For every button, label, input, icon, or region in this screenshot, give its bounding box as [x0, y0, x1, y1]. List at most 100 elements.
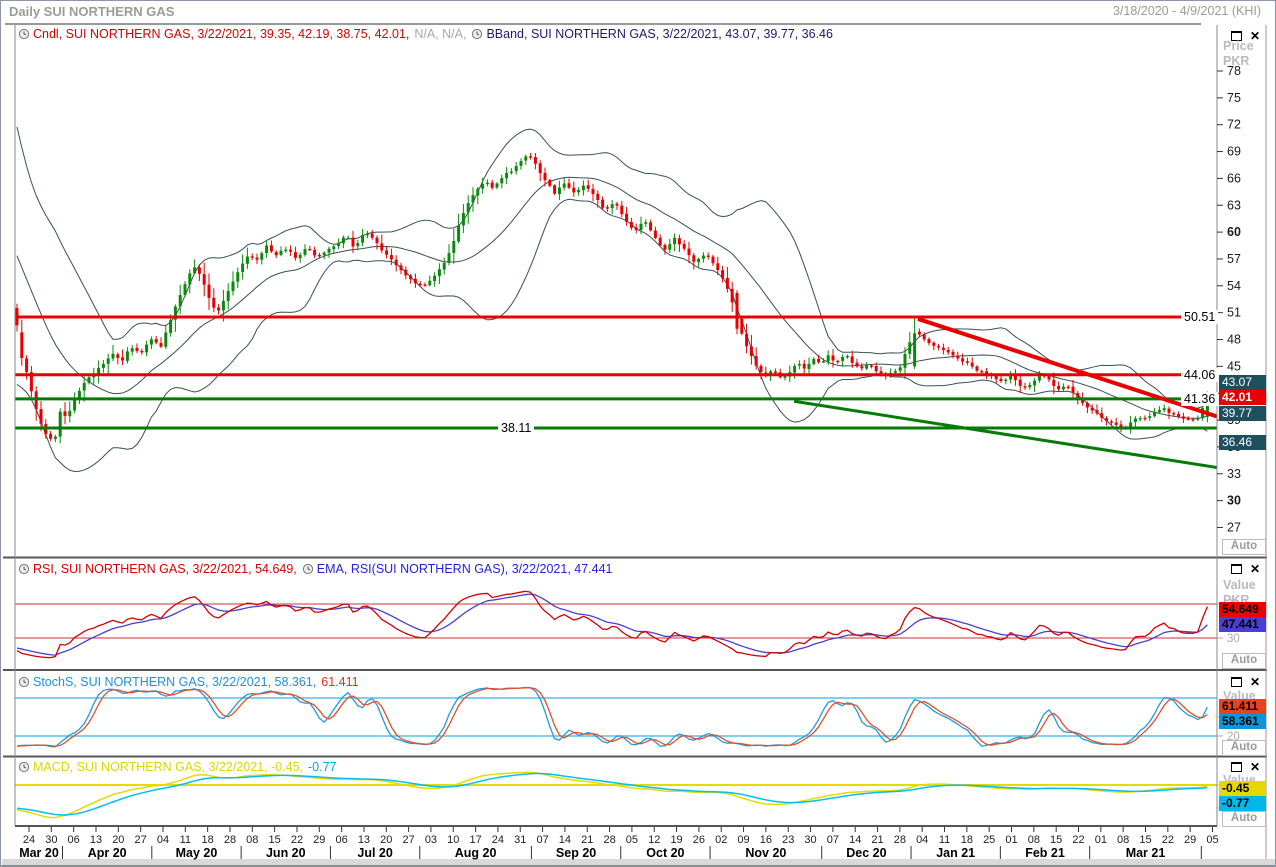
x-axis-day-label: 30 — [804, 834, 816, 846]
price-auto-scale-button[interactable]: Auto — [1222, 539, 1266, 555]
x-axis-month-label: Aug 20 — [455, 846, 497, 860]
x-axis-day-label: 07 — [827, 834, 839, 846]
x-axis-day-label: 30 — [45, 834, 57, 846]
legend-rsi-ema[interactable]: EMA, RSI(SUI NORTHERN GAS), 3/22/2021, 4… — [317, 562, 613, 576]
x-axis-month-label: Mar 20 — [19, 846, 59, 860]
legend-macd-signal: -0.77 — [308, 760, 337, 774]
x-axis-day-label: 15 — [269, 834, 281, 846]
x-axis-day-label: 28 — [894, 834, 906, 846]
svg-text:30: 30 — [1227, 494, 1241, 508]
x-axis-month-label: Nov 20 — [745, 846, 786, 860]
chart-window: 7875726966636057545148454239363330277030… — [0, 0, 1276, 867]
x-axis-day-label: 28 — [224, 834, 236, 846]
macd-auto-scale-button[interactable]: Auto — [1222, 811, 1266, 827]
level-label-44-06[interactable]: 44.06 — [1181, 368, 1219, 382]
x-axis-day-label: 29 — [313, 834, 325, 846]
x-axis-day-label: 31 — [514, 834, 526, 846]
x-axis-day-label: 04 — [916, 834, 928, 846]
x-axis-day-label: 11 — [180, 834, 191, 846]
maximize-icon[interactable] — [1231, 762, 1242, 772]
macd-panel-buttons: ✕ — [1231, 761, 1265, 773]
x-axis-month-label: May 20 — [176, 846, 218, 860]
level-label-38-11[interactable]: 38.11 — [498, 421, 535, 435]
x-axis-day-label: 05 — [1206, 834, 1218, 846]
bband-mid-value-box: 39.77 — [1219, 406, 1266, 421]
x-axis-day-label: 04 — [157, 834, 169, 846]
x-axis-month-label: Sep 20 — [556, 846, 596, 860]
level-label-50-51[interactable]: 50.51 — [1181, 310, 1219, 324]
x-axis-day-label: 01 — [1095, 834, 1107, 846]
legend-stoch-d: 61.411 — [321, 675, 359, 689]
svg-text:75: 75 — [1227, 91, 1241, 105]
close-icon[interactable]: ✕ — [1250, 676, 1260, 688]
x-axis-day-label: 13 — [90, 834, 102, 846]
price-axis-title: Price PKR — [1223, 39, 1254, 68]
bband-lower-value-box: 36.46 — [1219, 435, 1266, 450]
bottom-strip — [2, 859, 1275, 866]
trendline[interactable] — [917, 317, 1217, 419]
x-axis-day-label: 01 — [1005, 834, 1017, 846]
indicator-clock-icon — [18, 676, 30, 688]
x-axis-month-label: Jun 20 — [266, 846, 306, 860]
x-axis-day-label: 06 — [335, 834, 347, 846]
svg-text:60: 60 — [1227, 225, 1241, 239]
rsi-plot-area — [15, 590, 1217, 659]
x-axis-day-label: 19 — [670, 834, 682, 846]
x-axis-day-label: 14 — [559, 834, 571, 846]
macd-plot-area — [15, 771, 1217, 819]
rsi-auto-scale-button[interactable]: Auto — [1222, 653, 1266, 669]
x-axis-day-label: 09 — [737, 834, 749, 846]
svg-text:72: 72 — [1227, 118, 1241, 132]
x-axis-month-label: Jul 20 — [357, 846, 392, 860]
svg-text:69: 69 — [1227, 145, 1241, 159]
close-icon[interactable]: ✕ — [1250, 563, 1260, 575]
maximize-icon[interactable] — [1231, 564, 1242, 574]
x-axis-day-label: 28 — [603, 834, 615, 846]
x-axis-day-label: 02 — [715, 834, 727, 846]
x-axis-day-label: 08 — [246, 834, 258, 846]
x-axis-day-label: 12 — [648, 834, 660, 846]
svg-text:30: 30 — [1227, 633, 1240, 645]
x-axis-day-label: 07 — [536, 834, 548, 846]
chart-canvas[interactable]: 7875726966636057545148454239363330277030… — [1, 1, 1276, 867]
legend-stoch[interactable]: StochS, SUI NORTHERN GAS, 3/22/2021, 58.… — [33, 675, 316, 689]
svg-text:66: 66 — [1227, 171, 1241, 185]
trendline[interactable] — [793, 399, 1217, 469]
stoch-k-value-box: 58.361 — [1219, 714, 1266, 729]
x-axis-day-label: 14 — [849, 834, 861, 846]
rsi-panel-buttons: ✕ — [1231, 563, 1265, 575]
x-axis-day-label: 27 — [135, 834, 147, 846]
legend-rsi[interactable]: RSI, SUI NORTHERN GAS, 3/22/2021, 54.649… — [33, 562, 297, 576]
indicator-clock-icon — [18, 761, 30, 773]
x-axis-day-label: 21 — [581, 834, 593, 846]
level-label-41-36[interactable]: 41.36 — [1181, 392, 1219, 406]
close-icon[interactable]: ✕ — [1250, 761, 1260, 773]
x-axis-day-label: 26 — [693, 834, 705, 846]
legend-candle[interactable]: Cndl, SUI NORTHERN GAS, 3/22/2021, 39.35… — [33, 27, 409, 41]
x-axis-day-label: 16 — [760, 834, 772, 846]
svg-text:57: 57 — [1227, 252, 1241, 266]
macd-value-box: -0.45 — [1219, 781, 1266, 796]
macd-signal-value-box: -0.77 — [1219, 796, 1266, 811]
x-axis-day-label: 10 — [447, 834, 459, 846]
indicator-clock-icon — [471, 28, 483, 40]
legend-bband[interactable]: BBand, SUI NORTHERN GAS, 3/22/2021, 43.0… — [486, 27, 833, 41]
x-axis-day-label: 08 — [1028, 834, 1040, 846]
x-axis-day-label: 20 — [380, 834, 392, 846]
legend-macd[interactable]: MACD, SUI NORTHERN GAS, 3/22/2021, -0.45… — [33, 760, 303, 774]
x-axis-day-label: 18 — [202, 834, 214, 846]
chart-title: Daily SUI NORTHERN GAS — [9, 4, 175, 19]
x-axis-day-label: 27 — [402, 834, 414, 846]
x-axis-day-label: 15 — [1050, 834, 1062, 846]
svg-text:54: 54 — [1227, 279, 1241, 293]
x-axis-month-label: Oct 20 — [646, 846, 684, 860]
x-axis-day-label: 23 — [782, 834, 794, 846]
maximize-icon[interactable] — [1231, 677, 1242, 687]
x-axis-day-label: 15 — [1139, 834, 1151, 846]
stoch-auto-scale-button[interactable]: Auto — [1222, 740, 1266, 756]
stoch-plot-area — [15, 686, 1217, 748]
x-axis-month-label: Jan 21 — [936, 846, 975, 860]
x-axis-day-label: 17 — [469, 834, 481, 846]
svg-text:63: 63 — [1227, 198, 1241, 212]
window-titlebar[interactable]: Daily SUI NORTHERN GAS 3/18/2020 - 4/9/2… — [1, 1, 1275, 23]
